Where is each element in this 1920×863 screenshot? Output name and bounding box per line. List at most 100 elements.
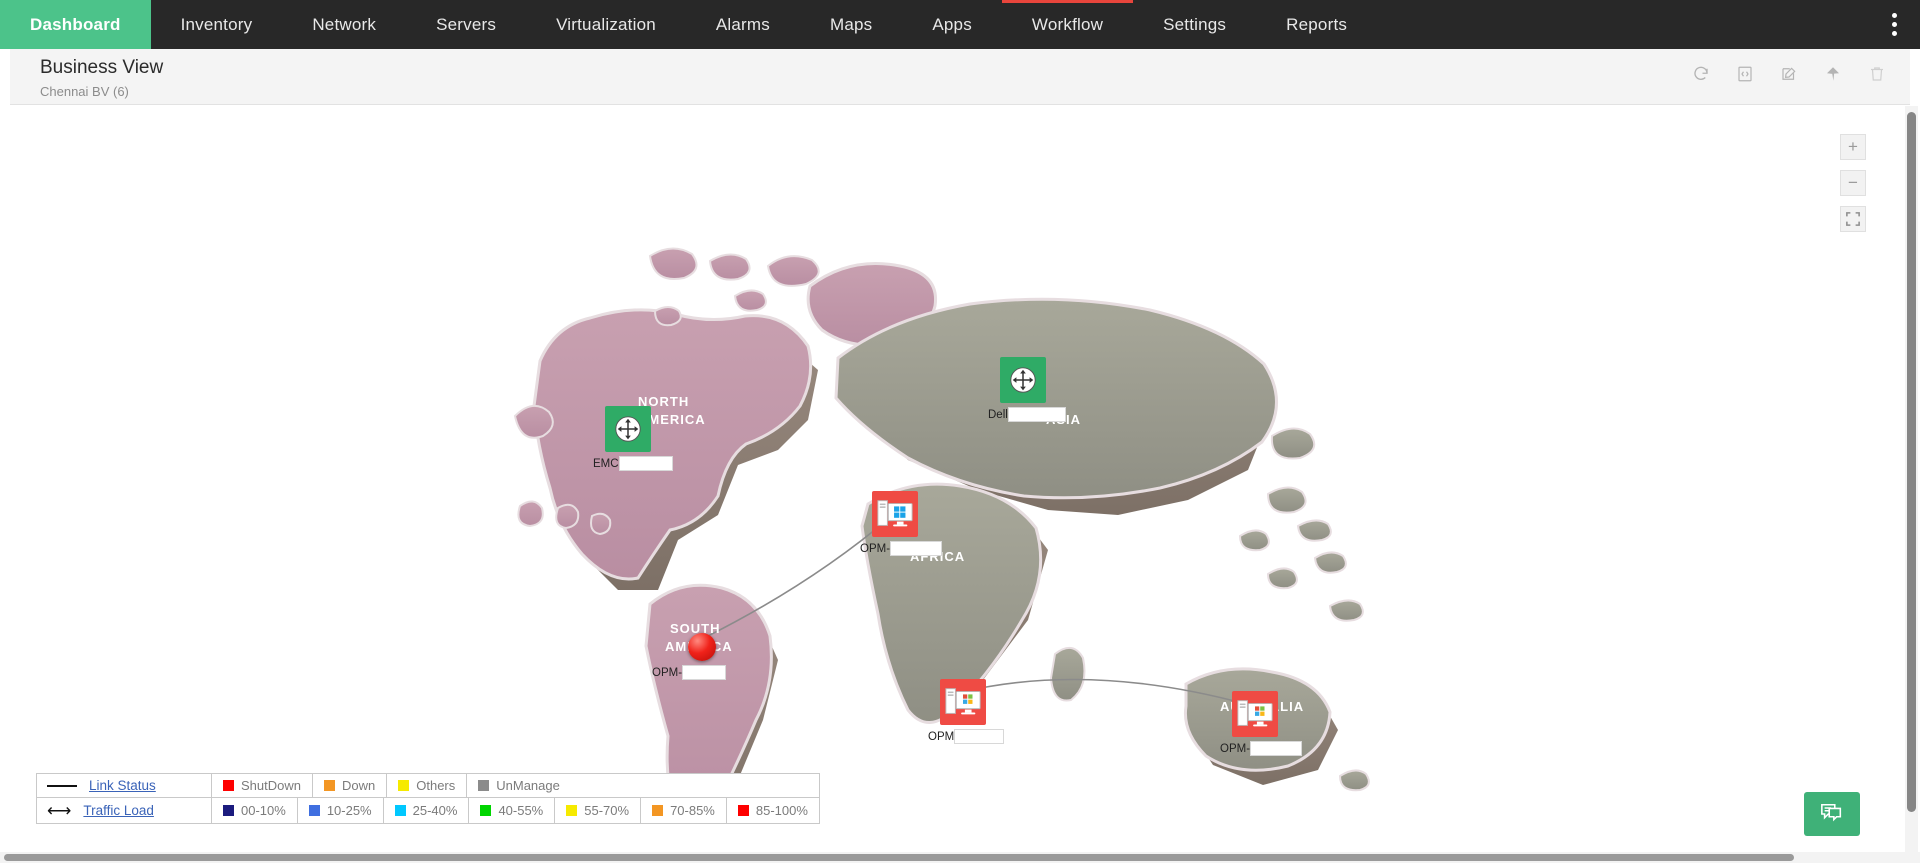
redacted-text [1007, 407, 1066, 422]
node-status-box [605, 406, 651, 452]
legend-item: 55-70% [555, 798, 642, 823]
node-label: OPM- [860, 541, 943, 556]
node-status-box [1000, 357, 1046, 403]
chat-support-button[interactable] [1804, 792, 1860, 836]
map-node-opm-africa[interactable]: OPM- [860, 491, 943, 556]
legend-row-link-status: Link Status ShutDown Down Others UnManage [37, 774, 819, 797]
page-title: Business View [40, 57, 164, 78]
legend-item-label: 10-25% [326, 803, 372, 818]
windows-pc-icon [945, 688, 981, 715]
redacted-text [682, 665, 727, 680]
legend-item: Down [313, 774, 388, 797]
left-rail [0, 49, 10, 852]
legend-item: UnManage [467, 774, 571, 797]
legend-item: ShutDown [212, 774, 313, 797]
legend-head: ⟷ Traffic Load [37, 798, 212, 823]
legend-swatch-icon [398, 780, 410, 791]
nav-item-reports[interactable]: Reports [1256, 0, 1377, 49]
legend-swatch-icon [223, 780, 234, 791]
legend-swatch-icon [652, 805, 664, 816]
node-label: OPM- [1220, 741, 1303, 756]
legend-item: 10-25% [298, 798, 384, 823]
map-node-emc[interactable]: EMC [593, 406, 673, 471]
pin-icon[interactable] [1822, 63, 1844, 85]
legend-item-label: 40-55% [498, 803, 544, 818]
map-node-dell[interactable]: Dell [988, 357, 1066, 422]
legend-item-label: 55-70% [584, 803, 630, 818]
node-label: OPM [928, 729, 1005, 744]
double-arrow-symbol-icon: ⟷ [47, 801, 72, 820]
zoom-out-button[interactable]: − [1840, 170, 1866, 196]
map-legend: Link Status ShutDown Down Others UnManage ⟷… [36, 773, 820, 824]
legend-item-label: 25-40% [412, 803, 458, 818]
line-symbol-icon [47, 784, 77, 787]
nav-item-virtualization[interactable]: Virtualization [526, 0, 686, 49]
nav-item-workflow[interactable]: Workflow [1001, 0, 1134, 49]
legend-item-label: 70-85% [670, 803, 715, 818]
kebab-dot [1891, 22, 1897, 27]
edit-icon[interactable] [1778, 63, 1800, 85]
more-vertical-icon[interactable] [1868, 0, 1920, 49]
legend-item: 25-40% [384, 798, 470, 823]
map-node-opm-africa-south[interactable]: OPM [928, 679, 1005, 744]
storage-node-icon [1010, 367, 1036, 393]
chat-bubbles-icon [1821, 803, 1842, 822]
node-status-box [872, 491, 918, 537]
legend-item-label: Down [341, 778, 376, 793]
nav-item-dashboard[interactable]: Dashboard [0, 0, 151, 49]
redacted-text [618, 456, 673, 471]
nav-item-settings[interactable]: Settings [1133, 0, 1256, 49]
legend-item-label: Others [416, 778, 456, 793]
redacted-text [1250, 741, 1303, 756]
legend-swatch-icon [308, 805, 320, 816]
nav-item-alarms[interactable]: Alarms [686, 0, 800, 49]
madagascar-shape [1049, 647, 1086, 702]
windows-pc-icon [1237, 700, 1273, 727]
legend-swatch-icon [223, 805, 234, 816]
nav-item-inventory[interactable]: Inventory [151, 0, 283, 49]
page-subtitle: Chennai BV (6) [40, 84, 129, 99]
node-status-box [1232, 691, 1278, 737]
nav-item-servers[interactable]: Servers [406, 0, 526, 49]
horizontal-scroll-thumb[interactable] [4, 854, 1794, 861]
legend-item: 85-100% [727, 798, 819, 823]
legend-item-label: 85-100% [755, 803, 808, 818]
business-view-map-canvas[interactable]: NORTH AMERICA SOUTH AMERICA ASIA AFRICA … [10, 106, 1896, 852]
legend-swatch-icon [566, 805, 578, 816]
embed-code-icon[interactable] [1734, 63, 1756, 85]
header-actions [1690, 63, 1888, 85]
windows-pc-icon [877, 500, 913, 527]
node-label: Dell [988, 407, 1066, 422]
redacted-text [954, 729, 1005, 744]
node-label: OPM- [652, 665, 727, 680]
legend-swatch-icon [394, 805, 406, 816]
delete-icon[interactable] [1866, 63, 1888, 85]
vertical-scroll-thumb[interactable] [1907, 112, 1916, 812]
legend-swatch-icon [480, 805, 492, 816]
vertical-scrollbar[interactable] [1905, 106, 1918, 852]
refresh-icon[interactable] [1690, 63, 1712, 85]
legend-row-traffic-load: ⟷ Traffic Load 00-10% 10-25% 25-40% 40-55% 5… [37, 797, 819, 823]
redacted-text [890, 541, 943, 556]
legend-head: Link Status [37, 774, 212, 797]
legend-item: 00-10% [212, 798, 298, 823]
nav-item-apps[interactable]: Apps [902, 0, 1002, 49]
legend-head-label[interactable]: Link Status [89, 778, 156, 793]
map-node-opm-australia[interactable]: OPM- [1220, 691, 1303, 756]
legend-item-label: UnManage [496, 778, 560, 793]
legend-head-label[interactable]: Traffic Load [83, 803, 154, 818]
zoom-in-button[interactable]: + [1840, 134, 1866, 160]
legend-item: 70-85% [641, 798, 727, 823]
fullscreen-button[interactable] [1840, 206, 1866, 232]
legend-swatch-icon [323, 780, 335, 791]
kebab-dot [1891, 31, 1897, 36]
node-label: EMC [593, 456, 673, 471]
nav-item-maps[interactable]: Maps [800, 0, 902, 49]
nav-item-network[interactable]: Network [282, 0, 406, 49]
map-wrap: NORTH AMERICA SOUTH AMERICA ASIA AFRICA … [10, 106, 1896, 806]
top-navigation-bar: Dashboard Inventory Network Servers Virtuali… [0, 0, 1920, 49]
map-node-opm-south-america[interactable]: OPM- [652, 633, 727, 680]
horizontal-scrollbar[interactable] [0, 852, 1920, 863]
legend-item: Others [387, 774, 468, 797]
